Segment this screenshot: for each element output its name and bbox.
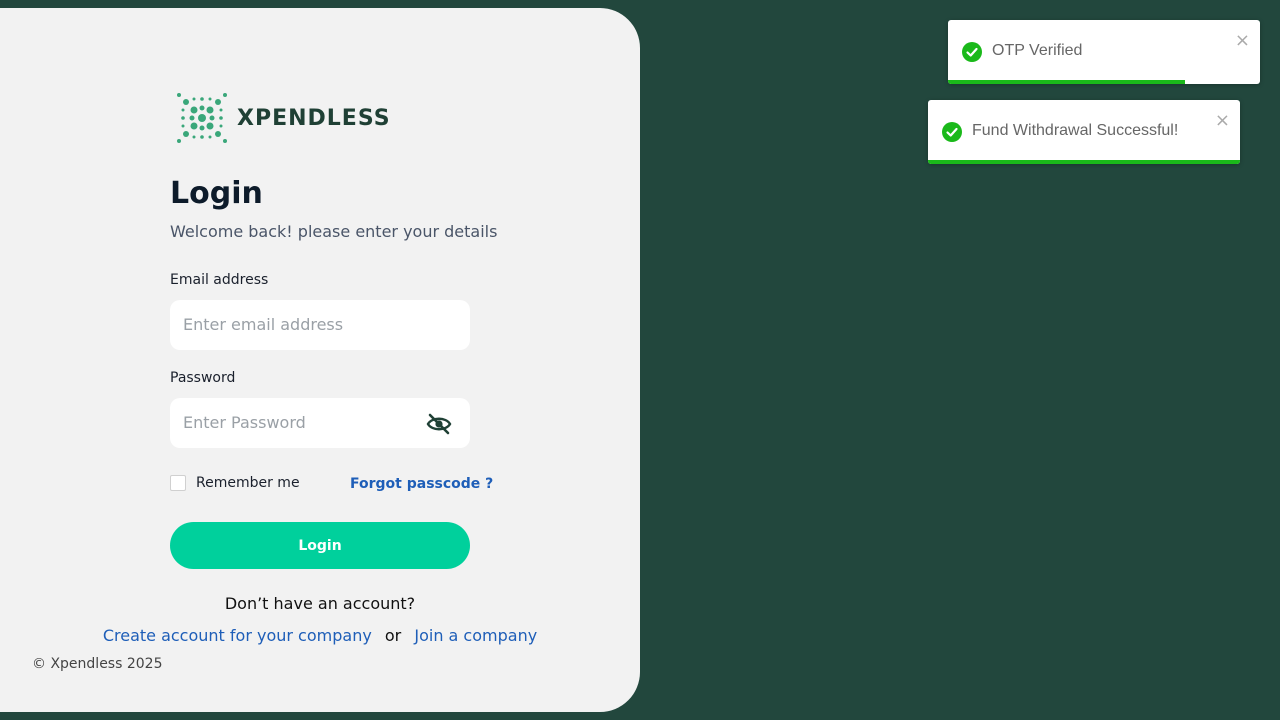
password-label: Password (170, 370, 236, 386)
remember-me-label: Remember me (196, 475, 300, 491)
no-account-text: Don’t have an account? (224, 594, 416, 613)
remember-me: Remember me (170, 475, 300, 491)
close-icon[interactable]: × (1235, 32, 1250, 50)
brand-logo: XPENDLESS (175, 91, 391, 145)
email-input[interactable] (170, 300, 413, 348)
toast-progress-bar (948, 80, 1186, 84)
login-button[interactable]: Login (170, 522, 470, 569)
page-title: Login (170, 176, 263, 211)
forgot-passcode-link[interactable]: Forgot passcode ? (350, 476, 493, 492)
login-panel: XPENDLESS Login Welcome back! please ent… (0, 8, 640, 712)
check-circle-icon (962, 42, 982, 66)
join-company-link[interactable]: Join a company (414, 626, 537, 645)
remember-me-checkbox[interactable] (170, 475, 186, 491)
or-separator: or (384, 626, 402, 645)
check-circle-icon (942, 122, 962, 146)
signup-links: Create account for your company or Join … (0, 626, 640, 645)
copyright: © Xpendless 2025 (32, 656, 163, 672)
eye-off-icon[interactable] (426, 413, 452, 439)
page-subtitle: Welcome back! please enter your details (170, 222, 498, 241)
email-field-wrapper (170, 300, 470, 350)
close-icon[interactable]: × (1215, 112, 1230, 130)
xpendless-logo-icon (177, 93, 227, 143)
toast-progress-bar (928, 160, 1240, 164)
create-account-link[interactable]: Create account for your company (103, 626, 372, 645)
brand-name: XPENDLESS (237, 105, 391, 131)
toast-otp-verified: OTP Verified × (948, 20, 1260, 84)
email-label: Email address (170, 272, 269, 288)
toast-fund-withdrawal: Fund Withdrawal Successful! × (928, 100, 1240, 164)
toast-message: OTP Verified (992, 42, 1083, 59)
toast-message: Fund Withdrawal Successful! (972, 122, 1179, 139)
password-input[interactable] (170, 398, 413, 446)
password-field-wrapper (170, 398, 470, 448)
